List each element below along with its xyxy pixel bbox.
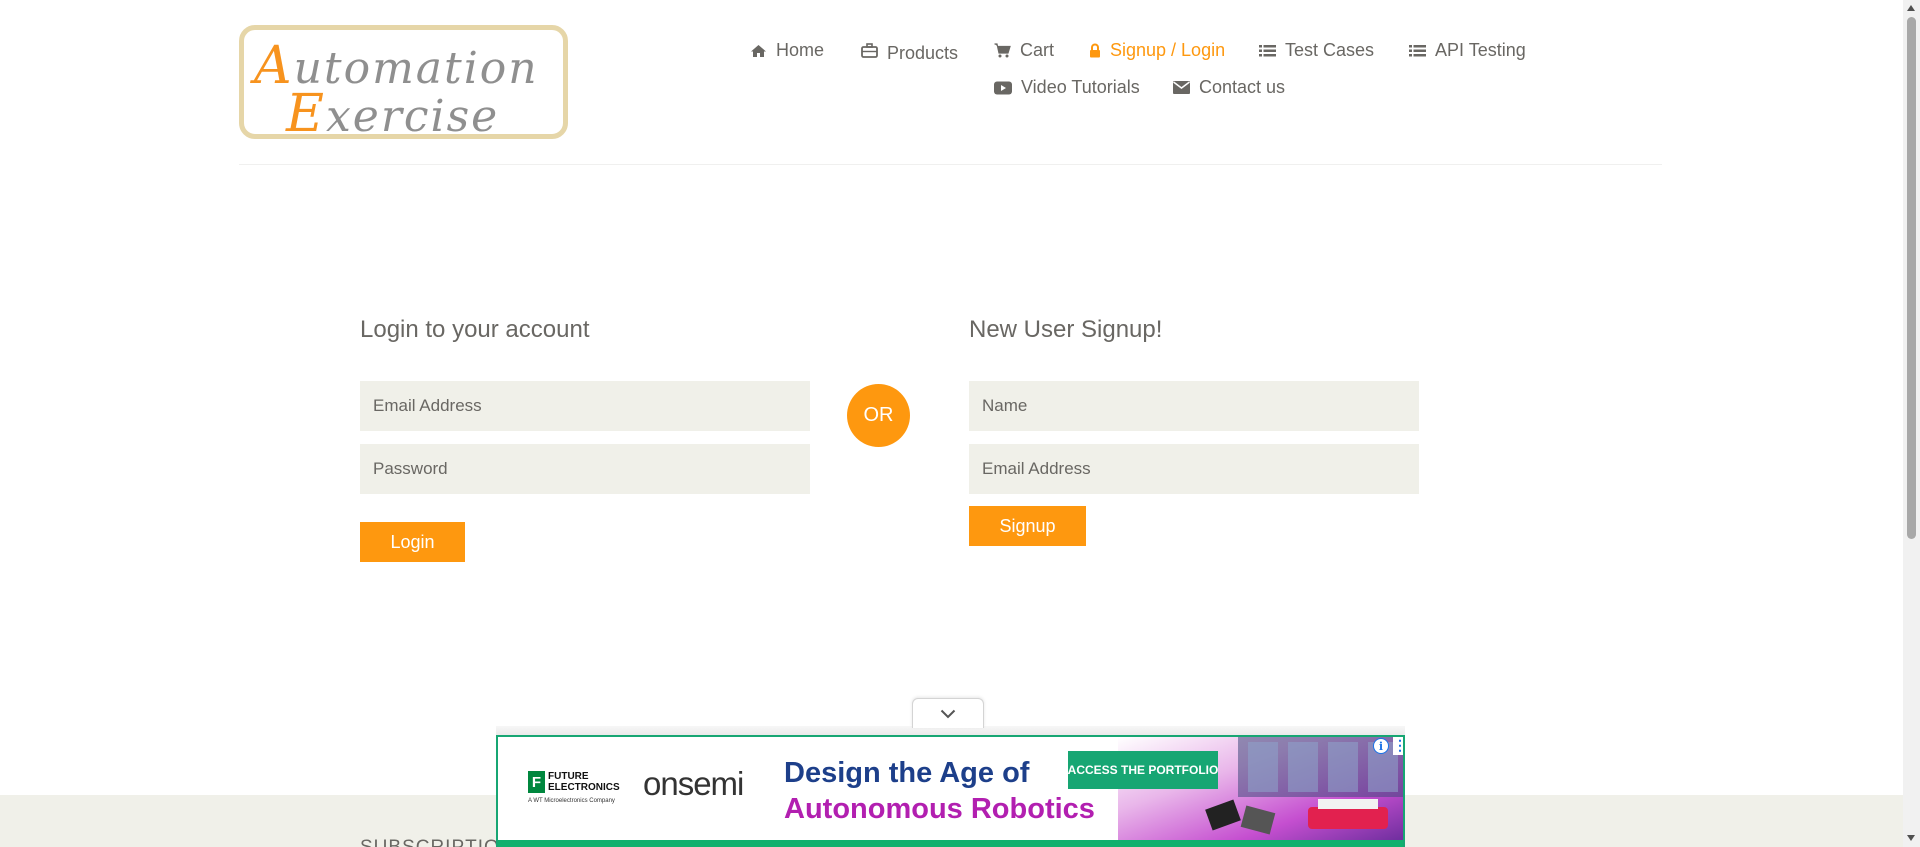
future-electronics-tagline: A WT Microelectronics Company	[528, 798, 615, 804]
future-electronics-line2: ELECTRONICS	[548, 782, 620, 793]
nav-api-testing[interactable]: API Testing	[1409, 40, 1526, 61]
subscription-title: SUBSCRIPTION	[360, 837, 515, 847]
future-electronics-wordmark: FUTURE ELECTRONICS	[548, 771, 620, 793]
nav-products[interactable]: Products	[861, 40, 959, 63]
envelope-icon	[1173, 81, 1190, 94]
ad-bottom-bar	[498, 840, 1403, 847]
cart-icon	[994, 43, 1011, 58]
nav-video-tutorials[interactable]: Video Tutorials	[994, 77, 1140, 98]
list-icon	[1259, 44, 1276, 56]
logo-line-2: Exercise	[286, 84, 500, 144]
youtube-play-icon	[994, 81, 1012, 94]
nav-cart[interactable]: Cart	[994, 40, 1054, 61]
onsemi-logo: onsemi	[643, 765, 744, 802]
ad-collapse-button[interactable]	[912, 698, 984, 728]
login-password-input[interactable]	[360, 444, 810, 494]
home-icon	[751, 44, 766, 57]
login-title: Login to your account	[360, 316, 590, 343]
signup-name-input[interactable]	[969, 381, 1419, 431]
ad-headline-2: Autonomous Robotics	[784, 793, 1095, 825]
future-electronics-line1: FUTURE	[548, 771, 589, 782]
nav-products-label: Products	[887, 43, 959, 63]
scroll-up-arrow-icon[interactable]	[1907, 5, 1915, 11]
briefcase-icon	[861, 43, 878, 58]
signup-title: New User Signup!	[969, 316, 1163, 343]
nav-home-label: Home	[776, 40, 825, 60]
nav-cart-label: Cart	[1020, 40, 1055, 60]
nav-contact-us-label: Contact us	[1199, 77, 1286, 97]
header-divider	[239, 164, 1662, 165]
ad-banner[interactable]: F FUTURE ELECTRONICS A WT Microelectroni…	[496, 735, 1405, 847]
nav-contact-us[interactable]: Contact us	[1173, 77, 1285, 98]
nav-signup-login[interactable]: Signup / Login	[1089, 40, 1225, 61]
scroll-thumb[interactable]	[1907, 17, 1916, 539]
signup-email-input[interactable]	[969, 444, 1419, 494]
ad-info-icon[interactable]: i	[1373, 738, 1389, 754]
ad-headline-1: Design the Age of	[784, 757, 1030, 789]
nav-video-tutorials-label: Video Tutorials	[1021, 77, 1140, 97]
site-header: Automation Exercise Home Products Cart S…	[0, 0, 1920, 166]
automation-exercise-logo[interactable]: Automation Exercise	[239, 25, 568, 144]
login-email-input[interactable]	[360, 381, 810, 431]
future-electronics-logo-mark: F	[528, 771, 545, 793]
access-portfolio-button[interactable]: ACCESS THE PORTFOLIO	[1068, 751, 1218, 789]
login-button[interactable]: Login	[360, 522, 465, 562]
future-electronics-logo: F FUTURE ELECTRONICS	[528, 771, 620, 793]
chevron-down-icon	[940, 709, 956, 718]
nav-api-testing-label: API Testing	[1435, 40, 1526, 60]
nav-test-cases[interactable]: Test Cases	[1259, 40, 1374, 61]
ad-menu-icon[interactable]: ⋮	[1393, 737, 1403, 755]
list-icon	[1409, 44, 1426, 56]
nav-test-cases-label: Test Cases	[1285, 40, 1375, 60]
scroll-down-arrow-icon[interactable]	[1907, 835, 1915, 841]
nav-home[interactable]: Home	[750, 40, 824, 61]
nav-signup-login-label: Signup / Login	[1110, 40, 1226, 60]
lock-icon	[1090, 43, 1100, 58]
or-badge: OR	[847, 384, 910, 447]
page-scrollbar[interactable]	[1903, 0, 1920, 847]
signup-button[interactable]: Signup	[969, 506, 1086, 546]
